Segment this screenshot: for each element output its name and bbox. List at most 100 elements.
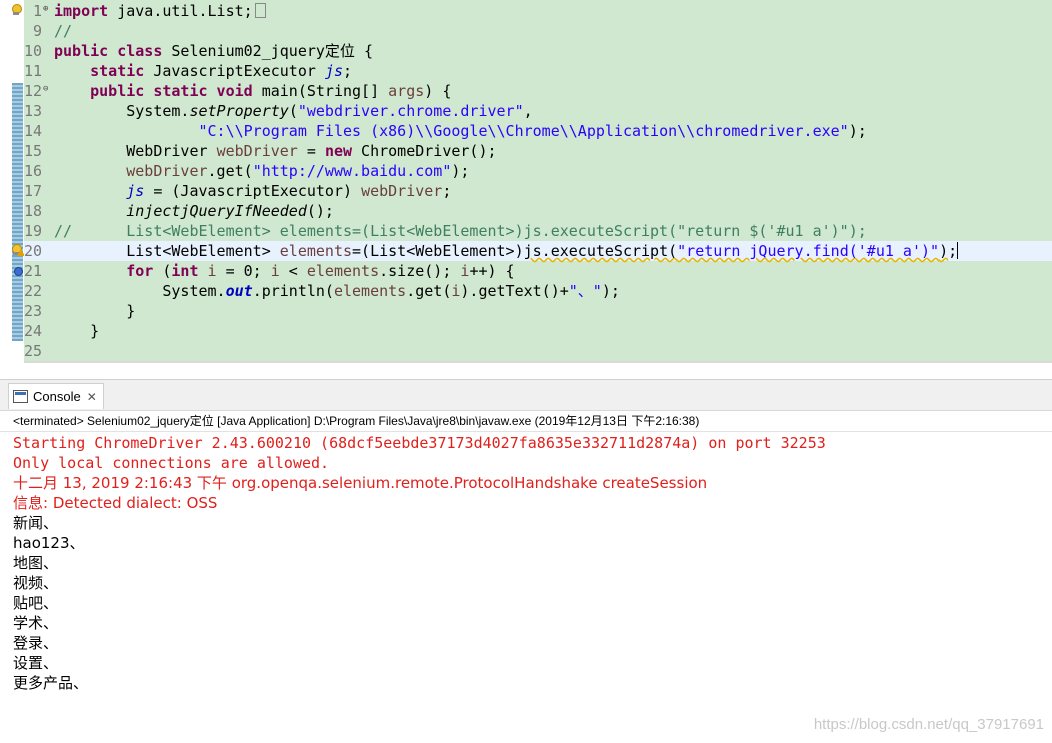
code-token: ( <box>153 262 172 280</box>
close-icon[interactable]: ✕ <box>87 385 97 409</box>
collapsed-imports-icon[interactable] <box>254 3 266 18</box>
console-stdout-line: 学术、 <box>13 614 59 632</box>
line-number[interactable]: 23 <box>24 301 42 321</box>
code-token: for <box>126 262 154 280</box>
fold-collapse-icon[interactable]: ⊖ <box>43 85 48 94</box>
code-line[interactable]: 9 // <box>24 21 1052 41</box>
code-text: public static void main(String[] args) { <box>54 81 451 101</box>
code-text: } <box>54 301 135 321</box>
code-token: injectjQueryIfNeeded <box>126 202 307 220</box>
code-line[interactable]: 19 // List<WebElement> elements=(List<Web… <box>24 221 1052 241</box>
code-token: "webdriver.chrome.driver" <box>297 102 524 120</box>
code-line[interactable]: 18 injectjQueryIfNeeded(); <box>24 201 1052 221</box>
line-number[interactable]: 18 <box>24 201 42 221</box>
code-token: webDriver <box>216 142 298 160</box>
code-line[interactable]: 10 public class Selenium02_jquery定位 { <box>24 41 1052 61</box>
code-token: out <box>225 282 253 300</box>
code-line[interactable]: 15 WebDriver webDriver = new ChromeDrive… <box>24 141 1052 161</box>
line-number[interactable]: 20 <box>24 241 42 261</box>
code-line[interactable]: 24 } <box>24 321 1052 341</box>
change-indicator-bar <box>12 83 23 341</box>
code-text: public class Selenium02_jquery定位 { <box>54 41 373 61</box>
line-number[interactable]: 12 <box>24 81 42 101</box>
code-token: js <box>126 182 145 200</box>
code-line[interactable]: 13 System.setProperty("webdriver.chrome.… <box>24 101 1052 121</box>
line-number[interactable]: 9 <box>24 21 42 41</box>
code-line[interactable]: 22 System.out.println(elements.get(i).ge… <box>24 281 1052 301</box>
code-token: ) <box>939 242 949 260</box>
code-token: = (JavascriptExecutor) <box>144 182 362 200</box>
code-text: // <box>54 21 72 41</box>
code-text: injectjQueryIfNeeded(); <box>54 201 334 221</box>
code-editor[interactable]: 1 ⊕ import java.util.List; 9 // 10 public clas… <box>0 0 1052 363</box>
code-token: js.executeScript( <box>523 242 678 260</box>
code-text: for (int i = 0; i < elements.size(); i++… <box>54 261 514 281</box>
code-token: JavascriptExecutor <box>144 62 325 80</box>
code-token: .println( <box>252 282 334 300</box>
line-number[interactable]: 17 <box>24 181 42 201</box>
code-token: .size(); <box>379 262 461 280</box>
line-number[interactable]: 13 <box>24 101 42 121</box>
code-text-area[interactable]: 1 ⊕ import java.util.List; 9 // 10 public clas… <box>24 0 1052 361</box>
code-token: static <box>90 62 145 80</box>
line-number[interactable]: 10 <box>24 41 42 61</box>
console-view: Console ✕ <terminated> Selenium02_jquery… <box>0 379 1052 743</box>
breakpoint-icon[interactable] <box>14 267 23 276</box>
code-token: webDriver <box>126 162 208 180</box>
line-number[interactable]: 22 <box>24 281 42 301</box>
fold-expand-icon[interactable]: ⊕ <box>43 5 48 14</box>
code-token: List<WebElement> <box>54 242 280 260</box>
console-tab-bar: Console ✕ <box>0 379 1052 411</box>
code-token: "、" <box>568 282 602 300</box>
line-number[interactable]: 25 <box>24 341 42 361</box>
divider <box>0 431 1052 432</box>
code-line[interactable]: 23 } <box>24 301 1052 321</box>
text-caret <box>957 242 959 259</box>
code-text: List<WebElement> elements=(List<WebEleme… <box>54 241 959 261</box>
editor-horizontal-scrollbar[interactable] <box>24 361 1052 363</box>
line-number[interactable]: 14 <box>24 121 42 141</box>
code-token: ChromeDriver(); <box>352 142 497 160</box>
line-number[interactable]: 11 <box>24 61 42 81</box>
code-token: .get( <box>406 282 452 300</box>
code-line[interactable]: 16 webDriver.get("http://www.baidu.com")… <box>24 161 1052 181</box>
code-token: } <box>54 302 136 320</box>
code-line[interactable]: 20 List<WebElement> elements=(List<WebEl… <box>24 241 1052 261</box>
code-token: ; <box>948 242 958 260</box>
code-line[interactable]: 21 for (int i = 0; i < elements.size(); … <box>24 261 1052 281</box>
code-token: < <box>279 262 307 280</box>
code-token: "C:\\Program Files (x86)\\Google\\Chrome… <box>198 122 849 140</box>
line-number[interactable]: 1 <box>24 1 42 21</box>
tab-console[interactable]: Console ✕ <box>8 383 104 409</box>
console-stdout-line: 新闻、 <box>13 514 59 532</box>
code-line[interactable]: 1 ⊕ import java.util.List; <box>24 1 1052 21</box>
code-line[interactable]: 17 js = (JavascriptExecutor) webDriver; <box>24 181 1052 201</box>
code-text: js = (JavascriptExecutor) webDriver; <box>54 181 451 201</box>
line-number[interactable]: 19 <box>24 221 42 241</box>
code-token: System. <box>54 102 190 120</box>
code-line[interactable]: 12 ⊖ public static void main(String[] arg… <box>24 81 1052 101</box>
code-token: ); <box>848 122 867 140</box>
code-line[interactable]: 14 "C:\\Program Files (x86)\\Google\\Chr… <box>24 121 1052 141</box>
code-text: System.out.println(elements.get(i).getTe… <box>54 281 620 301</box>
quick-fix-bulb-icon[interactable] <box>10 4 22 16</box>
line-number[interactable]: 15 <box>24 141 42 161</box>
code-token: ; <box>442 182 452 200</box>
code-text: static JavascriptExecutor js; <box>54 61 352 81</box>
code-token: public static void <box>90 82 253 100</box>
line-number[interactable]: 16 <box>24 161 42 181</box>
line-number[interactable]: 21 <box>24 261 42 281</box>
code-token: WebDriver <box>54 142 217 160</box>
console-status-line: <terminated> Selenium02_jquery定位 [Java A… <box>13 414 700 428</box>
line-number[interactable]: 24 <box>24 321 42 341</box>
console-stdout-line: hao123、 <box>13 534 85 552</box>
code-token: , <box>523 102 533 120</box>
code-line[interactable]: 11 static JavascriptExecutor js; <box>24 61 1052 81</box>
code-line[interactable]: 25 <box>24 341 1052 361</box>
